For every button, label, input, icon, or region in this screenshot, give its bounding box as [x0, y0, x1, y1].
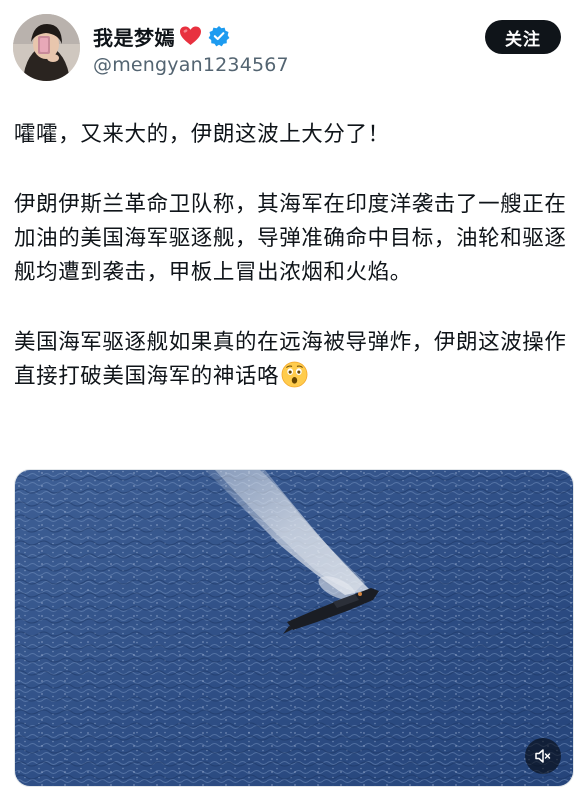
avatar[interactable] — [13, 14, 80, 81]
tweet-header: 我是梦嫣 @mengyan1234567 关注 — [0, 0, 587, 92]
display-name[interactable]: 我是梦嫣 — [93, 22, 175, 51]
tweet-paragraph-2: 伊朗伊斯兰革命卫队称，其海军在印度洋袭击了一艘正在加油的美国海军驱逐舰，导弹准确… — [14, 192, 567, 285]
verified-badge-icon[interactable] — [208, 25, 230, 47]
author-name-row: 我是梦嫣 — [93, 20, 230, 52]
tweet-paragraph-1: 嚯嚯，又来大的，伊朗这波上大分了！ — [14, 122, 390, 147]
astonished-face-icon — [281, 361, 308, 388]
tweet-body: 嚯嚯，又来大的，伊朗这波上大分了！ 伊朗伊斯兰革命卫队称，其海军在印度洋袭击了一… — [14, 118, 574, 394]
mute-button[interactable] — [525, 738, 561, 774]
tweet-video[interactable] — [14, 469, 574, 787]
speaker-muted-icon — [535, 749, 551, 763]
video-frame — [15, 470, 573, 786]
tweet-paragraph-3: 美国海军驱逐舰如果真的在远海被导弹炸，伊朗这波操作直接打破美国海军的神话咯 — [14, 326, 574, 394]
follow-button[interactable]: 关注 — [485, 20, 561, 54]
red-heart-icon — [180, 26, 201, 45]
author-handle[interactable]: @mengyan1234567 — [93, 54, 289, 76]
